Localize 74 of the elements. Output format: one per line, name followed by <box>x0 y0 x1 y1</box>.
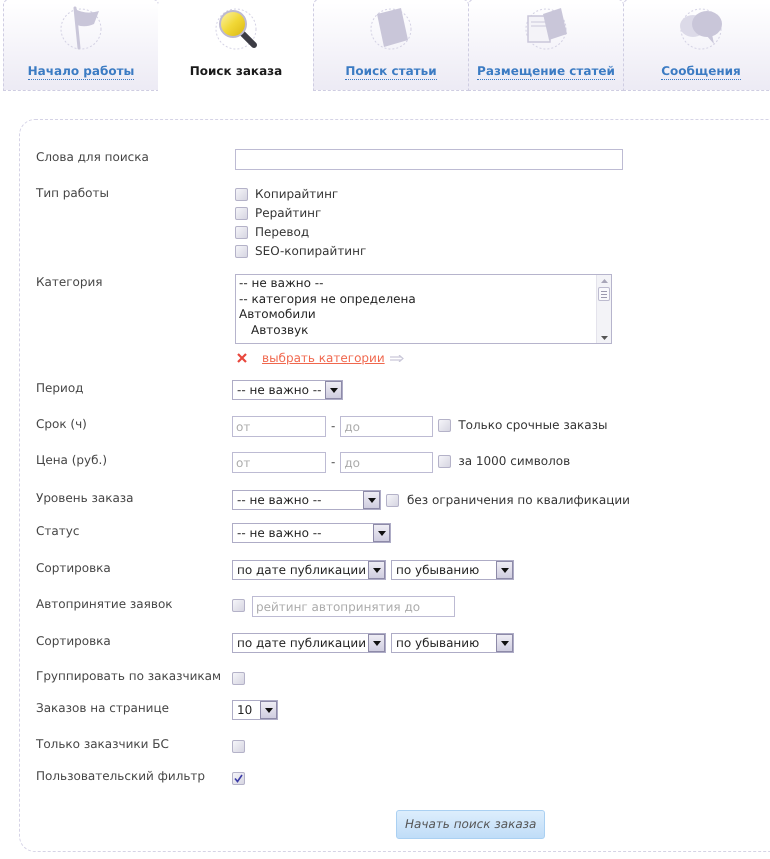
close-icon[interactable] <box>237 353 247 363</box>
field-label: Сортировка <box>36 634 111 649</box>
option-label: Рерайтинг <box>255 206 322 221</box>
arrow-icon <box>390 354 404 362</box>
tab[interactable]: Размещение статей <box>468 0 624 91</box>
dropdown[interactable]: по дате публикации <box>232 633 386 653</box>
option-label: Перевод <box>255 225 310 240</box>
field-label: Группировать по заказчикам <box>36 669 222 684</box>
checkbox[interactable] <box>438 455 452 468</box>
field-label: Уровень заказа <box>36 491 134 506</box>
checkbox[interactable] <box>235 188 248 201</box>
field-label: Категория <box>36 275 103 290</box>
caret-icon <box>325 381 342 399</box>
field-label: Цена (руб.) <box>36 453 108 468</box>
checkbox[interactable] <box>386 494 399 506</box>
caret-icon <box>363 491 380 509</box>
dropdown[interactable]: -- не важно -- <box>232 523 391 543</box>
tab[interactable]: Сообщения <box>623 0 770 91</box>
option-label: Копирайтинг <box>255 187 338 202</box>
option-label: без ограничения по квалификации <box>407 492 630 508</box>
search-button[interactable]: Начать поиск заказа <box>396 810 546 839</box>
dropdown[interactable]: по убыванию <box>391 633 514 653</box>
field-label: Сортировка <box>36 561 111 576</box>
input-field[interactable]: до <box>340 416 434 437</box>
tab[interactable]: Поиск статьи <box>313 0 469 91</box>
tab[interactable]: Начало работы <box>3 0 159 91</box>
list-option[interactable]: Автомобили <box>236 307 596 322</box>
field-label: Статус <box>36 524 80 539</box>
checkbox[interactable] <box>235 207 248 220</box>
scrollbar[interactable] <box>596 275 611 343</box>
field-label: Слова для поиска <box>36 150 149 165</box>
scroll-down-icon[interactable] <box>600 336 608 340</box>
checkbox[interactable] <box>232 772 245 784</box>
checkbox[interactable] <box>235 245 248 258</box>
text-field[interactable] <box>235 149 623 170</box>
input-field[interactable]: рейтинг автопринятия до <box>252 596 455 617</box>
dropdown[interactable]: по убыванию <box>391 560 514 580</box>
option-label: SEO-копирайтинг <box>255 244 366 259</box>
field-label: Пользовательский фильтр <box>36 769 206 784</box>
field-label: Заказов на странице <box>36 701 170 716</box>
scrollbar-thumb[interactable] <box>598 287 610 301</box>
dropdown[interactable]: 10 <box>232 700 278 720</box>
input-field[interactable]: от <box>232 452 326 473</box>
input-field[interactable]: до <box>340 452 434 473</box>
caret-icon <box>260 701 277 719</box>
dropdown[interactable]: -- не важно -- <box>232 380 343 400</box>
checkbox[interactable] <box>232 740 245 752</box>
range-separator: - <box>331 419 336 434</box>
dropdown[interactable]: по дате публикации <box>232 560 386 580</box>
checkbox[interactable] <box>235 226 248 239</box>
checkbox[interactable] <box>232 672 245 684</box>
list-option[interactable]: -- категория не определена <box>236 292 596 307</box>
field-label: Срок (ч) <box>36 417 87 432</box>
caret-icon <box>496 561 514 579</box>
caret-icon <box>496 634 514 652</box>
list-option[interactable]: -- не важно -- <box>236 276 596 292</box>
checkbox[interactable] <box>438 419 452 432</box>
field-label: Период <box>36 381 84 396</box>
checkmark-icon <box>234 774 243 782</box>
caret-icon <box>368 561 386 579</box>
range-separator: - <box>331 455 336 470</box>
list-box[interactable]: -- не важно -- -- категория не определена Автомобили Автозвук <box>235 274 612 344</box>
list-option[interactable]: Автозвук <box>236 322 596 338</box>
field-label: Автопринятие заявок <box>36 597 173 612</box>
checkbox[interactable] <box>232 599 245 612</box>
dropdown[interactable]: -- не важно -- <box>232 490 381 510</box>
caret-icon <box>368 634 386 652</box>
option-label: Только срочные заказы <box>458 418 608 433</box>
field-label: Только заказчики БС <box>36 737 169 752</box>
input-field[interactable]: от <box>232 416 326 437</box>
option-label: за 1000 символов <box>458 454 570 469</box>
field-label: Тип работы <box>36 186 109 201</box>
caret-icon <box>373 524 390 542</box>
scroll-up-icon[interactable] <box>600 279 608 283</box>
